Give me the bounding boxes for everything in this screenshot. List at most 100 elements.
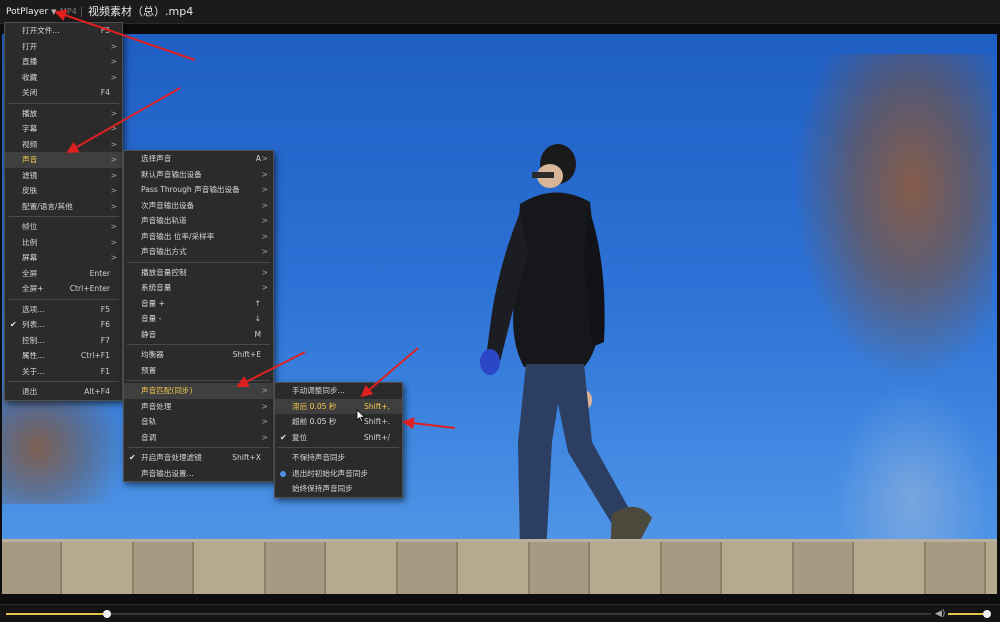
menu-item[interactable]: 播放 > — [5, 106, 122, 122]
menu-item-label: 关于... — [22, 366, 45, 376]
menu-item-label: 属性... — [22, 351, 45, 360]
menu-item-label: 声音处理 — [141, 401, 172, 411]
menu-item[interactable]: 超前 0.05 秒 Shift+. — [275, 414, 402, 430]
menu-item[interactable]: ✔ 列表... F6 — [5, 317, 122, 333]
menu-item-label: 始终保持声音同步 — [292, 484, 353, 493]
menu-item[interactable]: 声音处理 > — [124, 399, 273, 415]
menu-item-label: 全屏 — [22, 268, 38, 278]
menu-item[interactable]: 声音 > — [5, 152, 122, 168]
menu-item[interactable]: 打开 > — [5, 39, 122, 55]
submenu-arrow-icon: > — [261, 267, 268, 277]
submenu-arrow-icon: > — [261, 216, 268, 225]
submenu-arrow-icon: > — [110, 253, 117, 262]
menu-item[interactable]: 声音输出设置... — [124, 466, 273, 482]
menu-item[interactable]: 帧位 > — [5, 219, 122, 235]
menu-item[interactable]: 滤镜 > — [5, 168, 122, 184]
menu-item[interactable]: 音量 - ↓ — [124, 311, 273, 327]
menu-item[interactable]: 音调 > — [124, 430, 273, 446]
seek-bar[interactable] — [6, 610, 931, 618]
menu-item[interactable]: 不保持声音同步 — [275, 450, 402, 466]
potplayer-menu-button[interactable]: PotPlayer ▼ — [6, 4, 57, 20]
menu-item-label: 声音输出轨道 — [141, 216, 187, 225]
menu-item-label: 预置 — [141, 365, 157, 375]
menu-item[interactable]: 全屏+ Ctrl+Enter — [5, 281, 122, 297]
menu-item[interactable]: 均衡器 Shift+E — [124, 347, 273, 363]
menu-item[interactable]: 声音匹配(同步) > — [124, 383, 273, 399]
volume-handle[interactable] — [983, 610, 992, 618]
menu-item-label: Pass Through 声音输出设备 — [141, 185, 240, 194]
menu-item[interactable]: 手动调整同步... — [275, 383, 402, 399]
submenu-arrow-icon: > — [110, 124, 117, 133]
menu-item[interactable]: 始终保持声音同步 — [275, 481, 402, 497]
menu-item[interactable]: ✔ 复位 Shift+/ — [275, 430, 402, 446]
menu-item-label: 打开 — [22, 41, 38, 51]
menu-item[interactable]: 声音输出 位率/采样率 > — [124, 229, 273, 245]
menu-item[interactable]: 皮肤 > — [5, 183, 122, 199]
bare-branches — [832, 384, 992, 544]
menu-item-label: 超前 0.05 秒 — [292, 417, 337, 426]
menu-item-label: 关闭 — [22, 88, 38, 97]
menu-item[interactable]: ✔ 开启声音处理滤镜 Shift+X — [124, 450, 273, 466]
volume-level — [948, 613, 988, 615]
menu-item[interactable]: 音量 + ↑ — [124, 296, 273, 312]
menu-item-shortcut: Shift+. — [363, 417, 390, 426]
seek-handle[interactable] — [102, 610, 111, 618]
menu-item[interactable]: 音轨 > — [124, 414, 273, 430]
menu-item[interactable]: 播放音量控制 > — [124, 265, 273, 281]
playback-controls: ◀) — [0, 604, 1000, 622]
submenu-arrow-icon: > — [261, 154, 268, 163]
menu-item[interactable]: 默认声音输出设备 > — [124, 167, 273, 183]
menu-item[interactable]: 视频 > — [5, 137, 122, 153]
menu-item[interactable]: 静音 M — [124, 327, 273, 343]
submenu-arrow-icon: > — [110, 108, 117, 118]
menu-item[interactable]: 选项... F5 — [5, 302, 122, 318]
menu-item[interactable]: Pass Through 声音输出设备 > — [124, 182, 273, 198]
menu-item-shortcut: Ctrl+Enter — [69, 284, 110, 293]
menu-item[interactable]: 直播 > — [5, 54, 122, 70]
menu-item[interactable]: 次声音输出设备 > — [124, 198, 273, 214]
menu-item[interactable]: 退出 Alt+F4 — [5, 384, 122, 400]
menu-item[interactable]: 选择声音 A > — [124, 151, 273, 167]
checkmark-icon: ✔ — [280, 432, 287, 442]
menu-item[interactable]: 关于... F1 — [5, 364, 122, 380]
menu-item[interactable]: 字幕 > — [5, 121, 122, 137]
menu-item-label: 声音输出 位率/采样率 — [141, 231, 215, 241]
menu-item-label: 音量 + — [141, 298, 165, 308]
autumn-tree-right — [792, 54, 992, 384]
menu-item-shortcut: Alt+F4 — [84, 387, 110, 396]
menu-item[interactable]: 关闭 F4 — [5, 85, 122, 101]
speaker-icon[interactable]: ◀) — [935, 608, 945, 620]
menu-item[interactable]: 控制... F7 — [5, 333, 122, 349]
menu-item-label: 开启声音处理滤镜 — [141, 453, 202, 462]
submenu-arrow-icon: > — [261, 417, 268, 426]
menu-item[interactable]: 滞后 0.05 秒 Shift+, — [275, 398, 402, 414]
menu-item-shortcut: F1 — [100, 366, 110, 376]
menu-item[interactable]: 声音输出轨道 > — [124, 213, 273, 229]
menu-item[interactable]: 属性... Ctrl+F1 — [5, 348, 122, 364]
menu-item[interactable]: 配置/语言/其他 > — [5, 199, 122, 215]
menu-item[interactable]: 声音输出方式 > — [124, 244, 273, 260]
menu-item-label: 帧位 — [22, 222, 38, 231]
audio-sync-submenu: 手动调整同步... 滞后 0.05 秒 Shift+, 超前 0.05 秒 Shift+… — [274, 382, 403, 498]
menu-item[interactable]: 比例 > — [5, 235, 122, 251]
menu-item[interactable]: 预置 — [124, 363, 273, 379]
menu-item-label: 不保持声音同步 — [292, 453, 346, 462]
volume-slider[interactable] — [948, 610, 992, 618]
menu-item-label: 比例 — [22, 237, 38, 247]
submenu-arrow-icon: > — [110, 57, 117, 66]
menu-item[interactable]: 全屏 Enter — [5, 266, 122, 282]
menu-item[interactable]: 打开文件... F3 — [5, 23, 122, 39]
menu-separator — [278, 447, 399, 448]
menu-item[interactable]: 退出时初始化声音同步 — [275, 466, 402, 482]
seek-progress — [6, 613, 107, 615]
menu-item-label: 静音 — [141, 329, 157, 339]
submenu-arrow-icon: > — [261, 200, 268, 210]
menu-item[interactable]: 收藏 > — [5, 70, 122, 86]
menu-item-label: 次声音输出设备 — [141, 200, 195, 210]
menu-item[interactable]: 屏幕 > — [5, 250, 122, 266]
menu-separator — [127, 447, 270, 448]
menu-item-label: 声音输出方式 — [141, 247, 187, 256]
menu-item[interactable]: 系统音量 > — [124, 280, 273, 296]
main-context-menu: 打开文件... F3 打开 > 直播 > 收藏 > 关闭 F4 播放 > 字幕 > 视频 > 声音 > 滤镜 > 皮肤 >… — [4, 22, 123, 401]
menu-item-shortcut: ↓ — [254, 314, 261, 323]
